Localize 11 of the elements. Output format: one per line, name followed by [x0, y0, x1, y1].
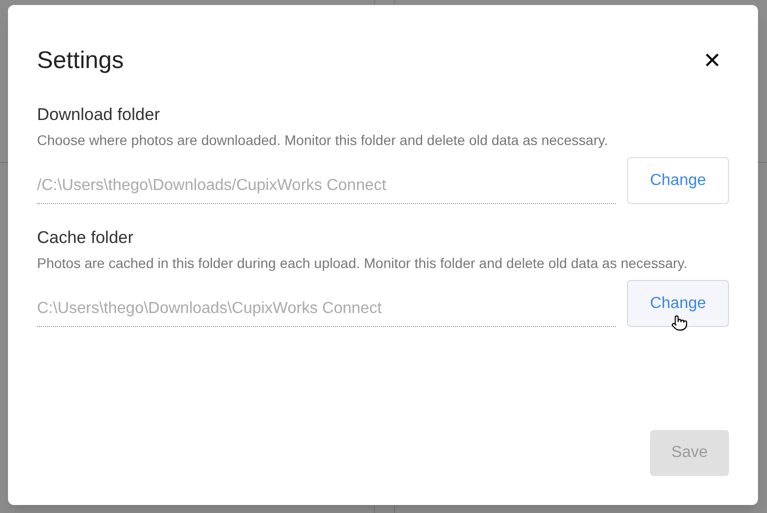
folder-path-field[interactable]: C:\Users\thego\Downloads\CupixWorks Connect — [37, 297, 616, 327]
change-button[interactable]: Change — [627, 280, 729, 327]
folder-path-field[interactable]: /C:\Users\thego\Downloads/CupixWorks Connect — [37, 174, 616, 204]
hand-cursor-icon — [671, 313, 688, 333]
section-label: Cache folder — [37, 227, 134, 249]
section-label: Download folder — [37, 104, 161, 126]
close-button[interactable]: ✕ — [699, 50, 725, 72]
change-button[interactable]: Change — [627, 157, 729, 204]
section-description: Choose where photos are downloaded. Monitor this folder and delete old data as necessary. — [37, 131, 609, 150]
dialog-title: Settings — [37, 46, 124, 76]
section-description: Photos are cached in this folder during each upload. Monitor this folder and delete old data as necessary. — [37, 254, 688, 273]
